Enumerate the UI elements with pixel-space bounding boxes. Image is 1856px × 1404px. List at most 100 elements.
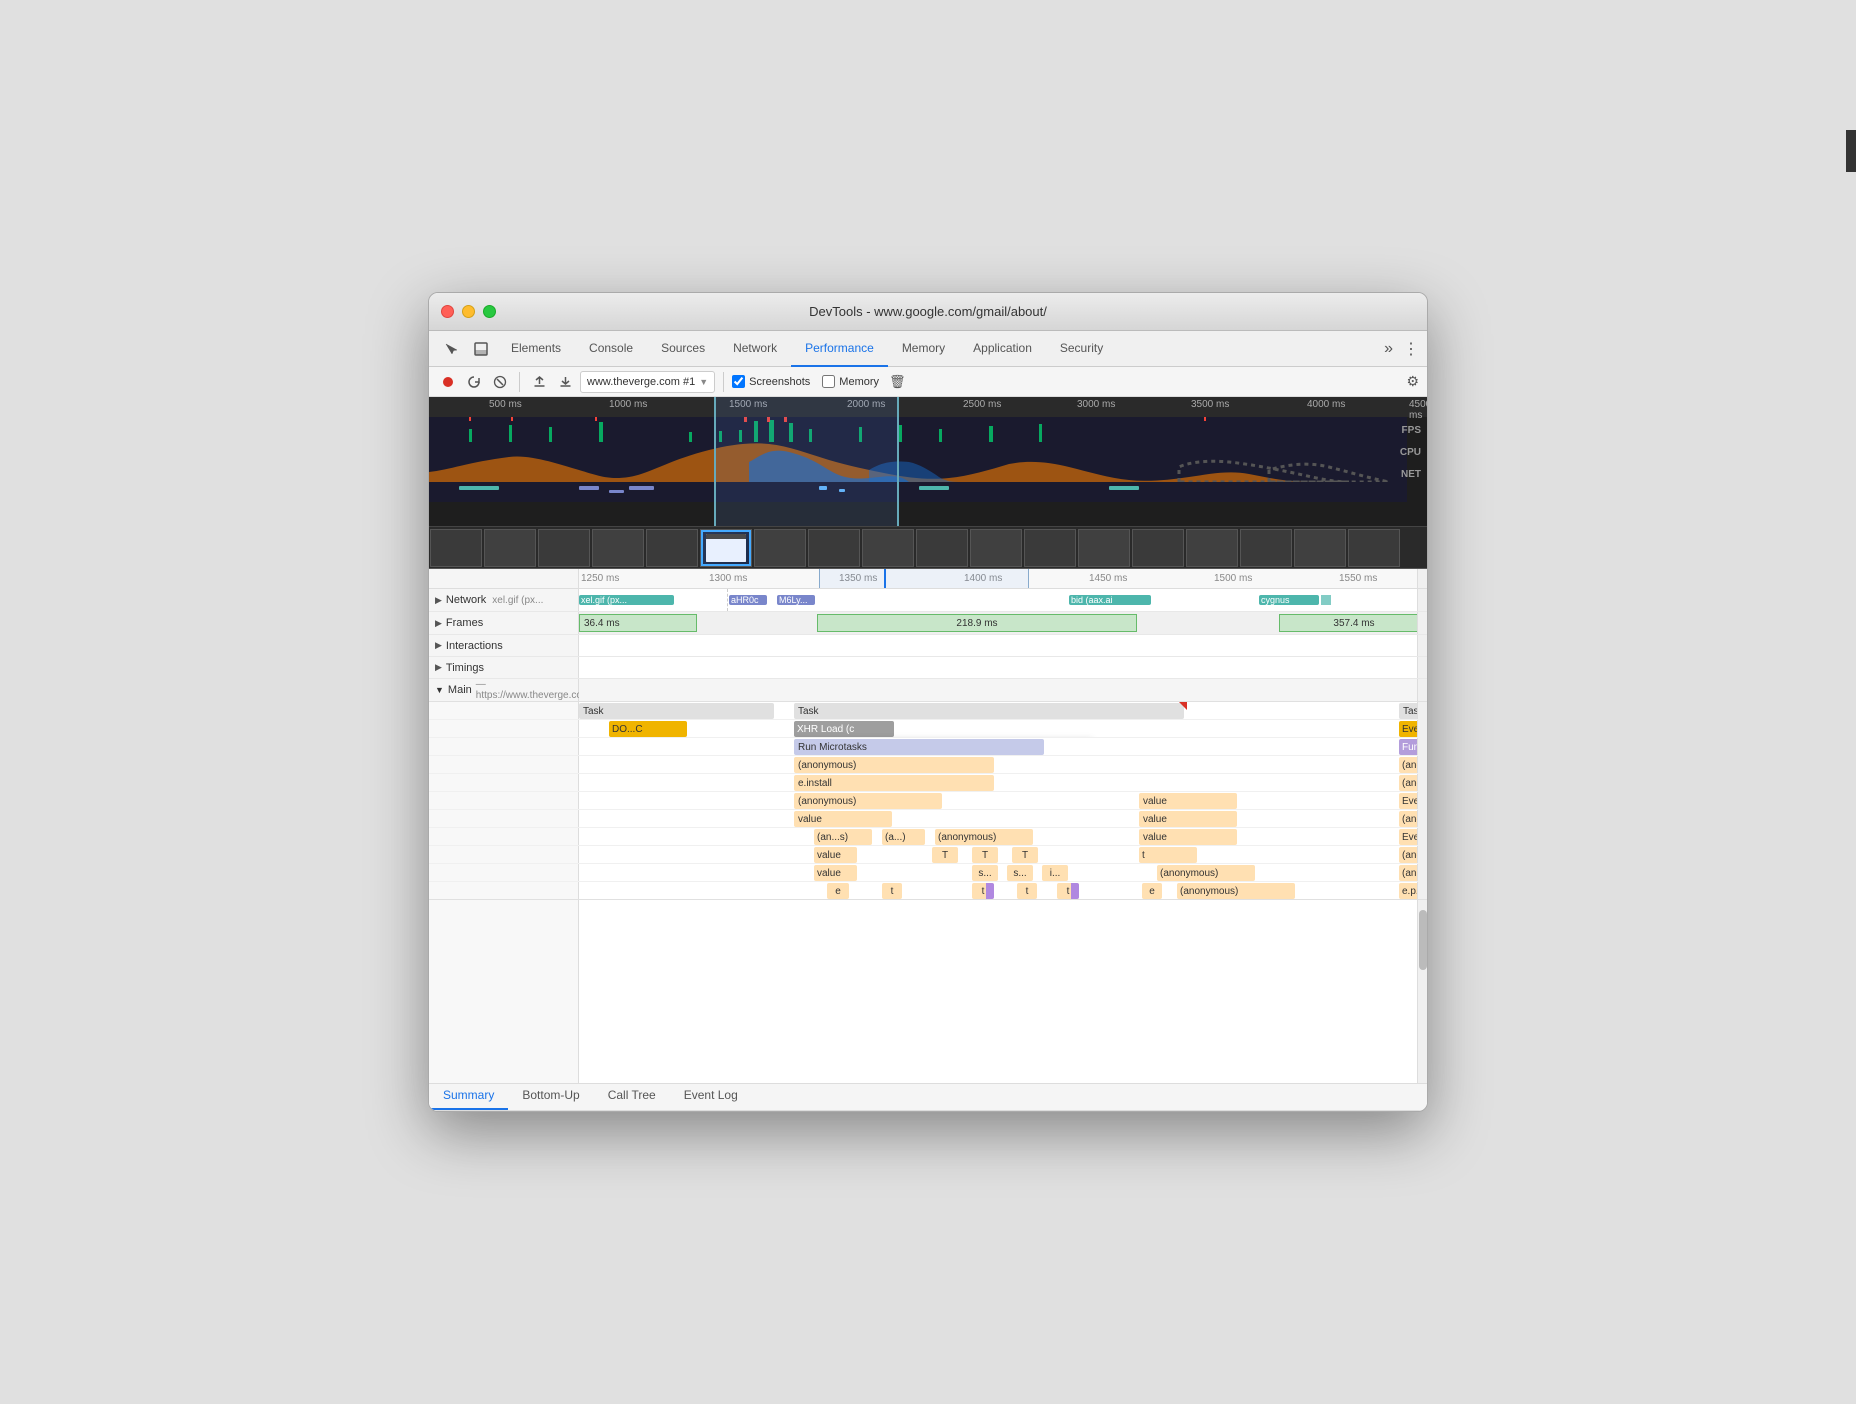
e-bar-1[interactable]: e: [827, 883, 849, 899]
screenshots-checkbox[interactable]: [732, 375, 745, 388]
tab-elements[interactable]: Elements: [497, 331, 575, 367]
value-bar-r9[interactable]: value: [814, 865, 857, 881]
tab-console[interactable]: Console: [575, 331, 647, 367]
scrollbar-row1: [1417, 720, 1427, 737]
screenshots-label: Screenshots: [749, 376, 810, 388]
network-bar-xel[interactable]: xel.gif (px...: [579, 595, 674, 605]
anon-bar-r5[interactable]: (anonymous): [794, 793, 942, 809]
tab-bottom-up[interactable]: Bottom-Up: [508, 1082, 593, 1110]
tab-performance[interactable]: Performance: [791, 331, 888, 367]
s-bar-2[interactable]: s...: [1007, 865, 1033, 881]
upload-button[interactable]: [528, 371, 550, 393]
network-bar-m6ly[interactable]: M6Ly...: [777, 595, 815, 605]
timeline-overview[interactable]: 500 ms 1000 ms 1500 ms 2000 ms 2500 ms 3…: [429, 397, 1427, 527]
value-bar-r8[interactable]: value: [814, 847, 857, 863]
tab-network[interactable]: Network: [719, 331, 791, 367]
task-bar-3[interactable]: Task: [1399, 703, 1417, 719]
download-button[interactable]: [554, 371, 576, 393]
devtools-menu-button[interactable]: ⋮: [1403, 339, 1419, 359]
selection-range[interactable]: [714, 397, 899, 526]
expand-icon-main: ▼: [435, 685, 444, 695]
anon-bar-2[interactable]: (ano...us): [1399, 757, 1417, 773]
screenshot-thumb: [754, 529, 806, 567]
trash-button[interactable]: 🗑: [889, 374, 906, 390]
timings-track-row: ▶ Timings: [429, 657, 1427, 679]
scrollbar-row3: [1417, 756, 1427, 773]
T-bar-1[interactable]: T: [932, 847, 958, 863]
anon-bar-r4[interactable]: (ano...us): [1399, 775, 1417, 791]
more-tabs-button[interactable]: »: [1376, 340, 1401, 358]
url-selector[interactable]: www.theverge.com #1 ▼: [580, 371, 715, 393]
T-bar-3[interactable]: T: [1012, 847, 1038, 863]
t-bar[interactable]: t: [1139, 847, 1197, 863]
einstall-bar[interactable]: e.install: [794, 775, 994, 791]
timings-label[interactable]: ▶ Timings: [429, 657, 579, 678]
anon-bar-r6[interactable]: (ano...us): [1399, 811, 1417, 827]
network-bar-ahr0c[interactable]: aHR0c: [729, 595, 767, 605]
i-bar[interactable]: i...: [1042, 865, 1068, 881]
evence-bar[interactable]: Eve...nce: [1399, 793, 1417, 809]
value-bar-r6b[interactable]: value: [1139, 811, 1237, 827]
memory-toggle[interactable]: Memory: [822, 375, 879, 388]
value-bar-r5[interactable]: value: [1139, 793, 1237, 809]
xhr-load-bar[interactable]: XHR Load (c: [794, 721, 894, 737]
anon-bar-r7[interactable]: (anonymous): [935, 829, 1033, 845]
main-header-content: [579, 679, 1417, 701]
reload-button[interactable]: [463, 371, 485, 393]
frames-track-label[interactable]: ▶ Frames: [429, 612, 579, 634]
maximize-button[interactable]: [483, 305, 496, 318]
task-bar-2[interactable]: Task: [794, 703, 1184, 719]
tab-security[interactable]: Security: [1046, 331, 1117, 367]
tab-memory[interactable]: Memory: [888, 331, 959, 367]
anus-bar-r9[interactable]: (an...us): [1399, 865, 1417, 881]
memory-checkbox[interactable]: [822, 375, 835, 388]
tab-event-log[interactable]: Event Log: [670, 1082, 752, 1110]
tab-application[interactable]: Application: [959, 331, 1046, 367]
epss-bar[interactable]: e.p...ss: [1399, 883, 1417, 899]
anon-bar-r8[interactable]: (ano...us): [1399, 847, 1417, 863]
t-bar-r10-2[interactable]: t: [972, 883, 994, 899]
do-c-bar[interactable]: DO...C: [609, 721, 687, 737]
settings-button[interactable]: ⚙: [1406, 373, 1419, 390]
t-bar-r10-1[interactable]: t: [882, 883, 902, 899]
network-bar-bid[interactable]: bid (aax.ai: [1069, 595, 1151, 605]
screenshots-toggle[interactable]: Screenshots: [732, 375, 810, 388]
frame-357[interactable]: 357.4 ms: [1279, 614, 1417, 632]
clear-button[interactable]: [489, 371, 511, 393]
t-bar-r10-4[interactable]: t: [1057, 883, 1079, 899]
anon-bar-r9[interactable]: (anonymous): [1157, 865, 1255, 881]
flame-row-5-label: [429, 792, 579, 809]
e-bar-2[interactable]: e: [1142, 883, 1162, 899]
dock-button[interactable]: [467, 335, 495, 363]
anon-bar-r10[interactable]: (anonymous): [1177, 883, 1295, 899]
tab-summary[interactable]: Summary: [429, 1082, 508, 1110]
value-bar-r6a[interactable]: value: [794, 811, 892, 827]
network-bar-cygnus[interactable]: cygnus: [1259, 595, 1319, 605]
evenire-bar[interactable]: Even...ire: [1399, 829, 1417, 845]
a-bar[interactable]: (a...): [882, 829, 925, 845]
scrollbar-thumb[interactable]: [1419, 910, 1427, 970]
tab-call-tree[interactable]: Call Tree: [594, 1082, 670, 1110]
T-bar-2[interactable]: T: [972, 847, 998, 863]
t-bar-r10-3[interactable]: t: [1017, 883, 1037, 899]
run-microtasks-bar[interactable]: Run Microtasks: [794, 739, 1044, 755]
func-all-bar[interactable]: Func...all: [1399, 739, 1417, 755]
anon-bar-1[interactable]: (anonymous): [794, 757, 994, 773]
tab-sources[interactable]: Sources: [647, 331, 719, 367]
network-track-label[interactable]: ▶ Network xel.gif (px...: [429, 589, 579, 611]
task-bar-1[interactable]: Task: [579, 703, 774, 719]
frame-218[interactable]: 218.9 ms: [817, 614, 1137, 632]
s-bar-1[interactable]: s...: [972, 865, 998, 881]
event-load-bar[interactable]: Event (load): [1399, 721, 1417, 737]
main-track-label[interactable]: ▼ Main — https://www.theverge.com/: [429, 679, 579, 701]
close-button[interactable]: [441, 305, 454, 318]
interactions-label[interactable]: ▶ Interactions: [429, 635, 579, 656]
value-bar-r7[interactable]: value: [1139, 829, 1237, 845]
cursor-tool-button[interactable]: [437, 335, 465, 363]
record-button[interactable]: [437, 371, 459, 393]
frame-36[interactable]: 36.4 ms: [579, 614, 697, 632]
frames-track-name: Frames: [446, 617, 483, 629]
minimize-button[interactable]: [462, 305, 475, 318]
ans-bar[interactable]: (an...s): [814, 829, 872, 845]
tick-line: [727, 589, 728, 611]
